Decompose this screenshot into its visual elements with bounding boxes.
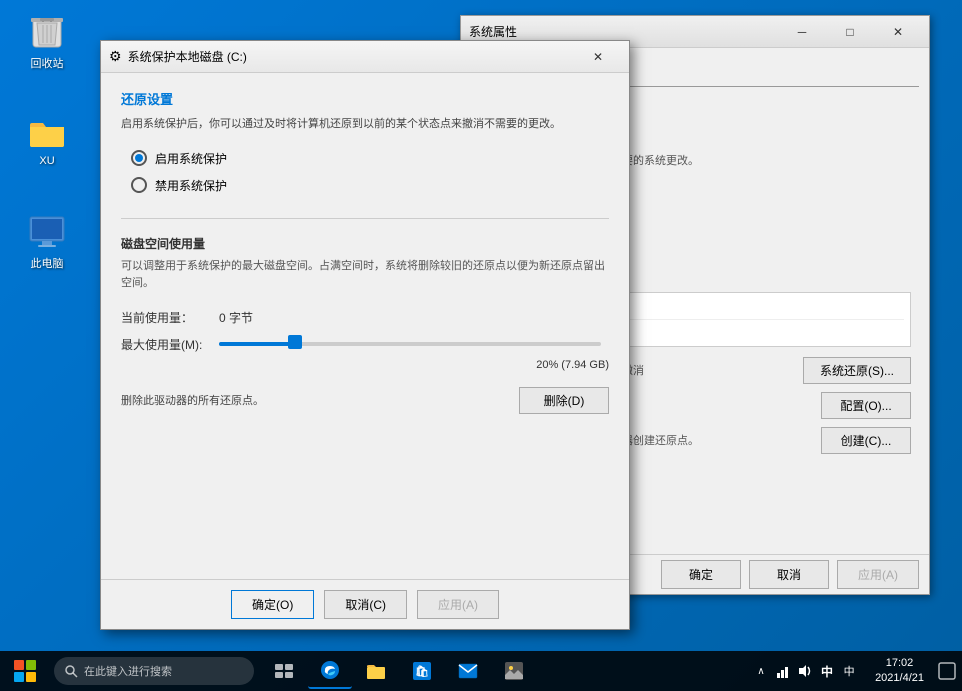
sys-ok-button[interactable]: 确定 (661, 560, 741, 589)
restore-settings-desc: 启用系统保护后，你可以通过及时将计算机还原到以前的某个状态点来撤消不需要的更改。 (121, 116, 609, 134)
ime-indicator[interactable]: 中 (839, 661, 859, 681)
delete-label: 删除此驱动器的所有还原点。 (121, 392, 264, 408)
divider (121, 218, 609, 219)
dialog-ok-button[interactable]: 确定(O) (231, 590, 314, 619)
logo-q3 (14, 672, 24, 682)
xu-label: XU (39, 155, 54, 167)
task-view-button[interactable] (262, 653, 306, 689)
dialog-close-button[interactable]: ✕ (575, 41, 621, 73)
current-usage-label: 当前使用量： (121, 309, 211, 326)
start-button[interactable] (0, 651, 50, 691)
edge-button[interactable] (308, 653, 352, 689)
notification-icon (938, 662, 956, 680)
network-icon[interactable] (773, 661, 793, 681)
desktop-icon-pc[interactable]: 此电脑 (12, 210, 82, 275)
task-view-icon (274, 663, 294, 679)
notification-button[interactable] (932, 651, 962, 691)
minimize-button[interactable]: ─ (779, 16, 825, 48)
slider-percent: 20% (7.94 GB) (121, 359, 609, 371)
slider-thumb[interactable] (288, 335, 302, 349)
radio-group: 启用系统保护 禁用系统保护 (121, 150, 609, 194)
close-button[interactable]: ✕ (875, 16, 921, 48)
mail-icon (458, 663, 478, 679)
desktop-icon-recycle[interactable]: 回收站 (12, 10, 82, 75)
logo-q2 (26, 660, 36, 670)
sys-props-title: 系统属性 (469, 23, 779, 40)
delete-row: 删除此驱动器的所有还原点。 删除(D) (121, 387, 609, 414)
file-explorer-button[interactable] (354, 653, 398, 689)
search-icon (64, 664, 78, 678)
dialog-footer: 确定(O) 取消(C) 应用(A) (101, 579, 629, 629)
delete-button[interactable]: 删除(D) (519, 387, 609, 414)
windows-logo (14, 660, 36, 682)
current-usage-row: 当前使用量： 0 字节 (121, 309, 609, 326)
file-explorer-icon (366, 662, 386, 680)
photos-button[interactable] (492, 653, 536, 689)
network-status-icon (775, 663, 791, 679)
language-indicator[interactable]: 中 (817, 661, 837, 681)
edge-icon (320, 660, 340, 680)
pc-label: 此电脑 (31, 255, 64, 271)
logo-q1 (14, 660, 24, 670)
radio-disable[interactable]: 禁用系统保护 (131, 177, 609, 194)
desktop-icon-xu[interactable]: XU (12, 110, 82, 171)
system-protection-dialog: ⚙ 系统保护本地磁盘 (C:) ✕ 还原设置 启用系统保护后，你可以通过及时将计… (100, 40, 630, 630)
search-placeholder: 在此键入进行搜索 (84, 663, 172, 679)
radio-enable-label: 启用系统保护 (155, 150, 227, 167)
recycle-bin-label: 回收站 (31, 55, 64, 71)
maximize-button[interactable]: □ (827, 16, 873, 48)
disk-usage-desc: 可以调整用于系统保护的最大磁盘空间。占满空间时，系统将删除较旧的还原点以便为新还… (121, 258, 609, 293)
taskbar: 在此键入进行搜索 (0, 651, 962, 691)
desktop: 回收站 XU 此电脑 系统属性 ─ □ ✕ (0, 0, 962, 691)
max-usage-row: 最大使用量(M): (121, 336, 609, 353)
dialog-window-controls: ✕ (575, 41, 621, 73)
disk-usage-title: 磁盘空间使用量 (121, 235, 609, 252)
system-restore-button[interactable]: 系统还原(S)... (803, 357, 911, 384)
store-button[interactable]: 🛍 (400, 653, 444, 689)
current-usage-value: 0 字节 (219, 309, 253, 326)
computer-icon (28, 214, 66, 252)
mail-button[interactable] (446, 653, 490, 689)
dialog-titlebar[interactable]: ⚙ 系统保护本地磁盘 (C:) ✕ (101, 41, 629, 73)
svg-text:🛍: 🛍 (415, 665, 429, 678)
expand-tray-button[interactable]: ∧ (751, 661, 771, 681)
dialog-title: 系统保护本地磁盘 (C:) (128, 48, 575, 65)
slider-track (219, 342, 601, 346)
photos-icon (504, 661, 524, 681)
dialog-apply-button[interactable]: 应用(A) (417, 590, 499, 619)
sys-cancel-button[interactable]: 取消 (749, 560, 829, 589)
taskbar-search[interactable]: 在此键入进行搜索 (54, 657, 254, 685)
restore-settings-title: 还原设置 (121, 89, 609, 108)
clock-time: 17:02 (886, 656, 914, 671)
sys-apply-button[interactable]: 应用(A) (837, 560, 919, 589)
create-button[interactable]: 创建(C)... (821, 427, 911, 454)
window-controls: ─ □ ✕ (779, 16, 921, 48)
radio-enable-circle (131, 150, 147, 166)
config-button[interactable]: 配置(O)... (821, 392, 911, 419)
max-usage-label: 最大使用量(M): (121, 336, 211, 353)
dialog-body: 还原设置 启用系统保护后，你可以通过及时将计算机还原到以前的某个状态点来撤消不需… (101, 73, 629, 579)
dialog-cancel-button[interactable]: 取消(C) (324, 590, 407, 619)
language-text: 中 (821, 663, 833, 680)
volume-status-icon (797, 663, 813, 679)
folder-icon (28, 114, 66, 152)
store-icon: 🛍 (412, 661, 432, 681)
volume-icon[interactable] (795, 661, 815, 681)
taskbar-systray: ∧ 中 中 (743, 661, 867, 681)
taskbar-clock[interactable]: 17:02 2021/4/21 (867, 656, 932, 687)
recycle-bin-icon (28, 14, 66, 52)
radio-disable-circle (131, 177, 147, 193)
radio-enable[interactable]: 启用系统保护 (131, 150, 609, 167)
logo-q4 (26, 672, 36, 682)
clock-date: 2021/4/21 (875, 671, 924, 686)
slider-fill (219, 342, 295, 346)
taskbar-apps: 🛍 (258, 653, 743, 689)
radio-disable-label: 禁用系统保护 (155, 177, 227, 194)
dialog-title-icon: ⚙ (109, 48, 122, 65)
